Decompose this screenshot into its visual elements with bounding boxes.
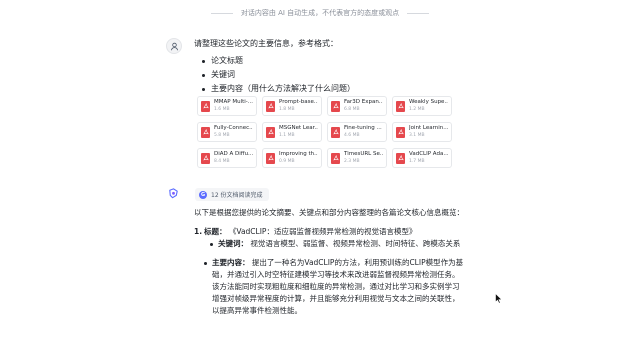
- title-label: 标题：: [204, 227, 227, 236]
- attached-files-grid: MMAP Multi-... 1.6 MB Prompt-base... 1.8 MB…: [197, 96, 452, 168]
- file-size: 1.6 MB: [214, 107, 230, 112]
- list-item: 主要内容（用什么方法解决了什么问题）: [194, 83, 464, 95]
- file-name: Weakly Supe...: [409, 99, 448, 105]
- file-name: Joint Learnin...: [409, 125, 448, 131]
- user-prompt: 请整理这些论文的主要信息，参考格式：: [194, 39, 338, 48]
- answer-item: 1. 标题： 《VadCLIP：适应弱监督视频异常检测的视觉语言模型》: [194, 226, 466, 238]
- item-number: 1.: [194, 227, 203, 236]
- list-item-text: 关键词: [211, 70, 235, 79]
- file-name: TimesURL Se...: [344, 151, 383, 157]
- file-card[interactable]: VadCLIP Ada... 1.7 MB: [392, 148, 452, 168]
- pdf-icon: [266, 152, 275, 164]
- pdf-icon: [201, 100, 210, 112]
- assistant-answer: 以下是根据您提供的论文摘要、关键点和部分内容整理的各篇论文核心信息概览： 1. …: [194, 207, 466, 317]
- file-size: 3.1 MB: [409, 133, 425, 138]
- doc-status-text: 12 份文档阅读完成: [211, 192, 263, 199]
- file-size: 1.2 MB: [409, 107, 425, 112]
- pdf-icon: [201, 126, 210, 138]
- file-size: 0.9 MB: [279, 159, 295, 164]
- doc-read-status[interactable]: G 12 份文档阅读完成: [195, 188, 269, 201]
- assistant-logo-icon: [168, 187, 178, 198]
- file-card[interactable]: Joint Learnin... 3.1 MB: [392, 122, 452, 142]
- file-size: 1.7 MB: [409, 159, 425, 164]
- file-size: 5.8 MB: [214, 133, 230, 138]
- pdf-icon: [331, 152, 340, 164]
- file-size: 1.1 MB: [279, 133, 295, 138]
- divider-right: [407, 12, 430, 14]
- keywords-label: 关键词：: [218, 239, 248, 248]
- list-item: 论文标题: [194, 55, 464, 67]
- keywords-value: 视觉语言模型、弱监督、视频异常检测、时间特征、跨模态关系: [250, 239, 461, 248]
- content-value: 提出了一种名为VadCLIP的方法，利用预训练的CLIP模型作为基础，并通过引入…: [212, 258, 464, 315]
- main-content-row: 主要内容： 提出了一种名为VadCLIP的方法，利用预训练的CLIP模型作为基础…: [194, 257, 466, 317]
- file-card[interactable]: Fine-tuning ... 4.6 MB: [327, 122, 387, 142]
- pdf-icon: [266, 100, 275, 112]
- answer-intro: 以下是根据您提供的论文摘要、关键点和部分内容整理的各篇论文核心信息概览：: [194, 208, 464, 217]
- file-name: DiAD A Diffu...: [214, 151, 253, 157]
- file-size: 4.6 MB: [344, 133, 360, 138]
- file-size: 8.4 MB: [214, 159, 230, 164]
- pdf-icon: [396, 152, 405, 164]
- user-bullet-list: 论文标题 关键词 主要内容（用什么方法解决了什么问题）: [194, 55, 464, 95]
- file-name: MSGNet Lear...: [279, 125, 318, 131]
- file-card[interactable]: TimesURL Se... 2.3 MB: [327, 148, 387, 168]
- file-card[interactable]: Far3D Expan... 6.8 MB: [327, 96, 387, 116]
- user-icon: [170, 42, 178, 50]
- file-name: Fully-Connec...: [214, 125, 253, 131]
- mouse-cursor-icon: [495, 293, 503, 304]
- file-size: 2.3 MB: [344, 159, 360, 164]
- file-card[interactable]: Prompt-base... 1.8 MB: [262, 96, 322, 116]
- pdf-icon: [396, 100, 405, 112]
- file-card[interactable]: Fully-Connec... 5.8 MB: [197, 122, 257, 142]
- divider-left: [210, 12, 233, 14]
- file-card[interactable]: DiAD A Diffu... 8.4 MB: [197, 148, 257, 168]
- file-card[interactable]: Improving th... 0.9 MB: [262, 148, 322, 168]
- list-item-text: 主要内容（用什么方法解决了什么问题）: [211, 84, 355, 93]
- pdf-icon: [331, 100, 340, 112]
- disclaimer-bar: 对话内容由 AI 自动生成，不代表官方的态度或观点: [0, 8, 640, 18]
- assistant-avatar: [166, 186, 180, 200]
- paper-title: 《VadCLIP：适应弱监督视频异常检测的视觉语言模型》: [228, 227, 417, 236]
- keywords-row: 关键词： 视觉语言模型、弱监督、视频异常检测、时间特征、跨模态关系: [194, 238, 466, 250]
- file-name: Prompt-base...: [279, 99, 318, 105]
- content-label: 主要内容：: [212, 258, 250, 267]
- file-name: Improving th...: [279, 151, 318, 157]
- disclaimer-text: 对话内容由 AI 自动生成，不代表官方的态度或观点: [240, 9, 400, 17]
- doc-status-icon: G: [199, 190, 207, 199]
- file-name: Fine-tuning ...: [344, 125, 382, 131]
- paper-title-line: 标题： 《VadCLIP：适应弱监督视频异常检测的视觉语言模型》: [204, 226, 416, 238]
- file-card[interactable]: MSGNet Lear... 1.1 MB: [262, 122, 322, 142]
- user-avatar: [166, 38, 182, 54]
- pdf-icon: [396, 126, 405, 138]
- file-card[interactable]: MMAP Multi-... 1.6 MB: [197, 96, 257, 116]
- file-name: Far3D Expan...: [344, 99, 383, 105]
- user-message: 请整理这些论文的主要信息，参考格式： 论文标题 关键词 主要内容（用什么方法解决…: [194, 38, 464, 97]
- file-size: 1.8 MB: [279, 107, 295, 112]
- file-card[interactable]: Weakly Supe... 1.2 MB: [392, 96, 452, 116]
- list-item: 关键词: [194, 69, 464, 81]
- file-name: VadCLIP Ada...: [409, 151, 448, 157]
- pdf-icon: [331, 126, 340, 138]
- list-item-text: 论文标题: [211, 56, 243, 65]
- file-size: 6.8 MB: [344, 107, 360, 112]
- pdf-icon: [266, 126, 275, 138]
- file-name: MMAP Multi-...: [214, 99, 253, 105]
- pdf-icon: [201, 152, 210, 164]
